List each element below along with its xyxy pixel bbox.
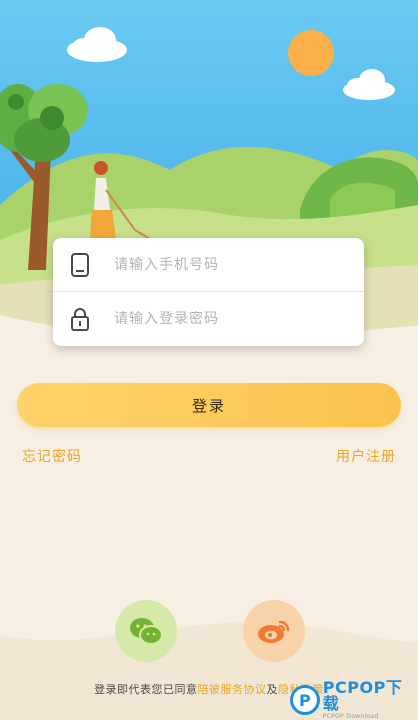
- wechat-icon: [130, 618, 163, 645]
- sun-graphic: [288, 30, 334, 76]
- lock-icon: [66, 305, 94, 333]
- wechat-login-button[interactable]: [115, 600, 177, 662]
- service-agreement-link[interactable]: 陪彼服务协议: [198, 683, 267, 696]
- password-input[interactable]: [114, 311, 334, 327]
- phone-icon: [66, 251, 94, 279]
- watermark-brand: PCPOP下载: [322, 678, 403, 713]
- phone-field-row[interactable]: [53, 238, 364, 292]
- weibo-icon: [258, 620, 290, 643]
- password-field-row[interactable]: [53, 292, 364, 346]
- forgot-password-link[interactable]: 忘记密码: [22, 446, 82, 466]
- pcpop-logo-icon: P: [290, 685, 320, 715]
- login-form-card: [53, 238, 364, 346]
- pcpop-watermark: P PCPOP下载 PCPOP Download: [290, 680, 418, 720]
- weibo-login-button[interactable]: [243, 600, 305, 662]
- watermark-subtitle: PCPOP Download: [322, 713, 379, 720]
- login-button[interactable]: 登录: [17, 383, 401, 427]
- phone-input[interactable]: [114, 257, 334, 273]
- register-link[interactable]: 用户注册: [336, 446, 396, 466]
- agreement-prefix: 登录即代表您已同意: [94, 683, 198, 696]
- agreement-and: 及: [266, 683, 278, 696]
